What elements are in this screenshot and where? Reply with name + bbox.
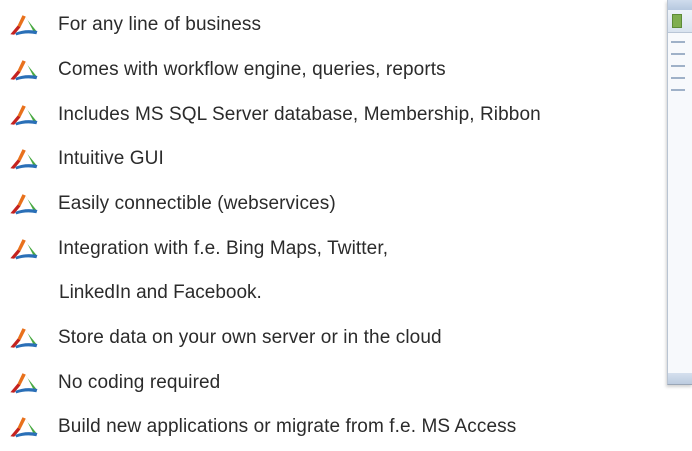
tri-color-arrows-logo-icon	[9, 416, 39, 438]
tri-color-arrows-logo-icon	[9, 14, 39, 36]
tri-color-arrows-logo-icon	[9, 238, 39, 260]
screenshot-nav-line	[671, 41, 685, 43]
list-item: No coding required	[9, 366, 220, 400]
feature-text: Easily connectible (webservices)	[58, 193, 336, 214]
feature-text: Store data on your own server or in the …	[58, 327, 442, 348]
feature-text: Comes with workflow engine, queries, rep…	[58, 59, 446, 80]
feature-text: Build new applications or migrate from f…	[58, 416, 517, 437]
feature-text: Intuitive GUI	[58, 148, 164, 169]
screenshot-nav-pane	[668, 33, 692, 373]
screenshot-nav-line	[671, 53, 685, 55]
screenshot-nav-line	[671, 77, 685, 79]
list-item: Build new applications or migrate from f…	[9, 410, 516, 444]
screenshot-ribbon-button-icon	[672, 14, 682, 28]
feature-text: Includes MS SQL Server database, Members…	[58, 104, 541, 125]
list-item: Integration with f.e. Bing Maps, Twitter…	[9, 232, 388, 266]
feature-text: No coding required	[58, 372, 221, 393]
list-item: Store data on your own server or in the …	[9, 321, 442, 355]
feature-continuation-text: LinkedIn and Facebook.	[59, 282, 262, 303]
list-item: Comes with workflow engine, queries, rep…	[9, 53, 446, 87]
screenshot-nav-line	[671, 65, 685, 67]
app-screenshot-thumbnail	[667, 0, 692, 385]
list-item: Includes MS SQL Server database, Members…	[9, 98, 541, 132]
feature-text: Integration with f.e. Bing Maps, Twitter…	[58, 238, 389, 259]
tri-color-arrows-logo-icon	[9, 104, 39, 126]
tri-color-arrows-logo-icon	[9, 193, 39, 215]
feature-list: For any line of business Comes with work…	[0, 0, 692, 451]
tri-color-arrows-logo-icon	[9, 59, 39, 81]
tri-color-arrows-logo-icon	[9, 327, 39, 349]
tri-color-arrows-logo-icon	[9, 148, 39, 170]
screenshot-nav-line	[671, 89, 685, 91]
screenshot-title-bar	[668, 0, 692, 10]
feature-text: For any line of business	[58, 14, 262, 35]
list-item: Easily connectible (webservices)	[9, 187, 336, 221]
screenshot-status-bar	[668, 373, 692, 384]
list-item: Intuitive GUI	[9, 142, 164, 176]
tri-color-arrows-logo-icon	[9, 372, 39, 394]
list-item: For any line of business	[9, 8, 261, 42]
